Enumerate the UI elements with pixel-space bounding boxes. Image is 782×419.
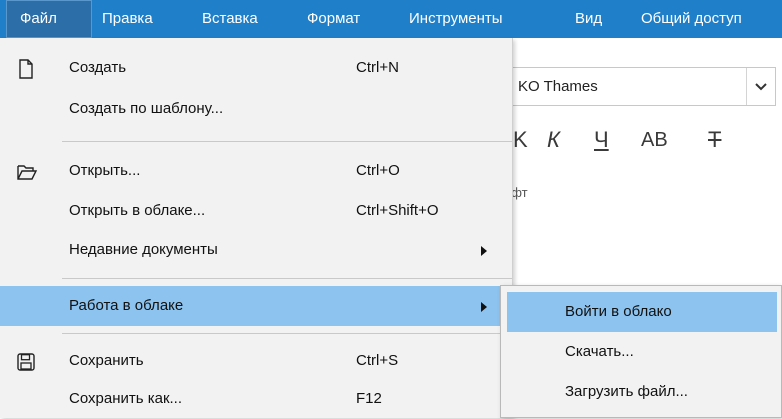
menu-file[interactable]: Файл <box>6 0 92 38</box>
menu-sharing[interactable]: Общий доступ <box>641 0 742 38</box>
menu-item-label: Создать по шаблону... <box>69 100 224 117</box>
menu-separator <box>62 333 512 334</box>
menu-separator <box>62 141 512 142</box>
menu-item-label: Сохранить как... <box>69 390 183 407</box>
menu-view[interactable]: Вид <box>575 0 602 38</box>
font-dropdown-button[interactable] <box>746 68 775 105</box>
submenu-arrow-icon <box>481 246 487 256</box>
menu-item-shortcut: Ctrl+Shift+O <box>356 202 439 219</box>
menu-item-save[interactable]: Сохранить Ctrl+S <box>0 341 512 381</box>
menu-item-cloud-work[interactable]: Работа в облаке <box>0 286 512 326</box>
cloud-submenu: Войти в облако Скачать... Загрузить файл… <box>500 285 782 418</box>
menu-item-label: Работа в облаке <box>69 297 184 314</box>
submenu-item-label: Загрузить файл... <box>565 383 688 400</box>
menu-item-shortcut: Ctrl+O <box>356 162 400 179</box>
menu-item-save-as[interactable]: Сохранить как... F12 <box>0 379 512 419</box>
menu-insert[interactable]: Вставка <box>202 0 258 38</box>
menu-item-shortcut: Ctrl+N <box>356 59 399 76</box>
menu-item-shortcut: Ctrl+S <box>356 352 399 369</box>
caps-button[interactable]: АВ <box>641 124 668 156</box>
chevron-down-icon <box>755 83 767 91</box>
menu-item-label: Недавние документы <box>69 241 218 258</box>
menu-item-open-cloud[interactable]: Открыть в облаке... Ctrl+Shift+O <box>0 191 512 231</box>
menu-format[interactable]: Формат <box>307 0 360 38</box>
font-family-select[interactable]: KO Thames <box>500 67 776 106</box>
menu-item-shortcut: F12 <box>356 390 382 407</box>
submenu-item-label: Скачать... <box>565 343 634 360</box>
menu-bar: Файл Правка Вставка Формат Инструменты В… <box>0 0 782 38</box>
file-menu: Создать Ctrl+N Создать по шаблону... Отк… <box>0 38 513 418</box>
submenu-item-sign-in-cloud[interactable]: Войти в облако <box>507 292 777 332</box>
new-document-icon <box>16 59 36 79</box>
menu-edit[interactable]: Правка <box>102 0 153 38</box>
submenu-item-upload-file[interactable]: Загрузить файл... <box>507 372 777 412</box>
italic-button[interactable]: К <box>547 124 560 156</box>
underline-button[interactable]: Ч <box>594 124 609 156</box>
menu-item-recent-documents[interactable]: Недавние документы <box>0 230 512 270</box>
menu-item-new[interactable]: Создать Ctrl+N <box>0 48 512 88</box>
menu-item-label: Открыть... <box>69 162 141 179</box>
submenu-arrow-icon <box>481 302 487 312</box>
menu-item-new-from-template[interactable]: Создать по шаблону... <box>0 89 512 129</box>
folder-open-icon <box>16 162 38 182</box>
floppy-disk-icon <box>16 352 36 372</box>
menu-item-label: Создать <box>69 59 127 76</box>
menu-tools[interactable]: Инструменты <box>409 0 503 38</box>
menu-item-open[interactable]: Открыть... Ctrl+O <box>0 151 512 191</box>
menu-item-label: Сохранить <box>69 352 144 369</box>
font-family-value: KO Thames <box>518 78 598 95</box>
strikethrough-button[interactable]: Т <box>708 124 721 156</box>
bold-partial-button[interactable]: K <box>513 124 528 156</box>
submenu-item-label: Войти в облако <box>565 303 672 320</box>
submenu-item-download[interactable]: Скачать... <box>507 332 777 372</box>
menu-separator <box>62 278 512 279</box>
menu-item-label: Открыть в облаке... <box>69 202 206 219</box>
